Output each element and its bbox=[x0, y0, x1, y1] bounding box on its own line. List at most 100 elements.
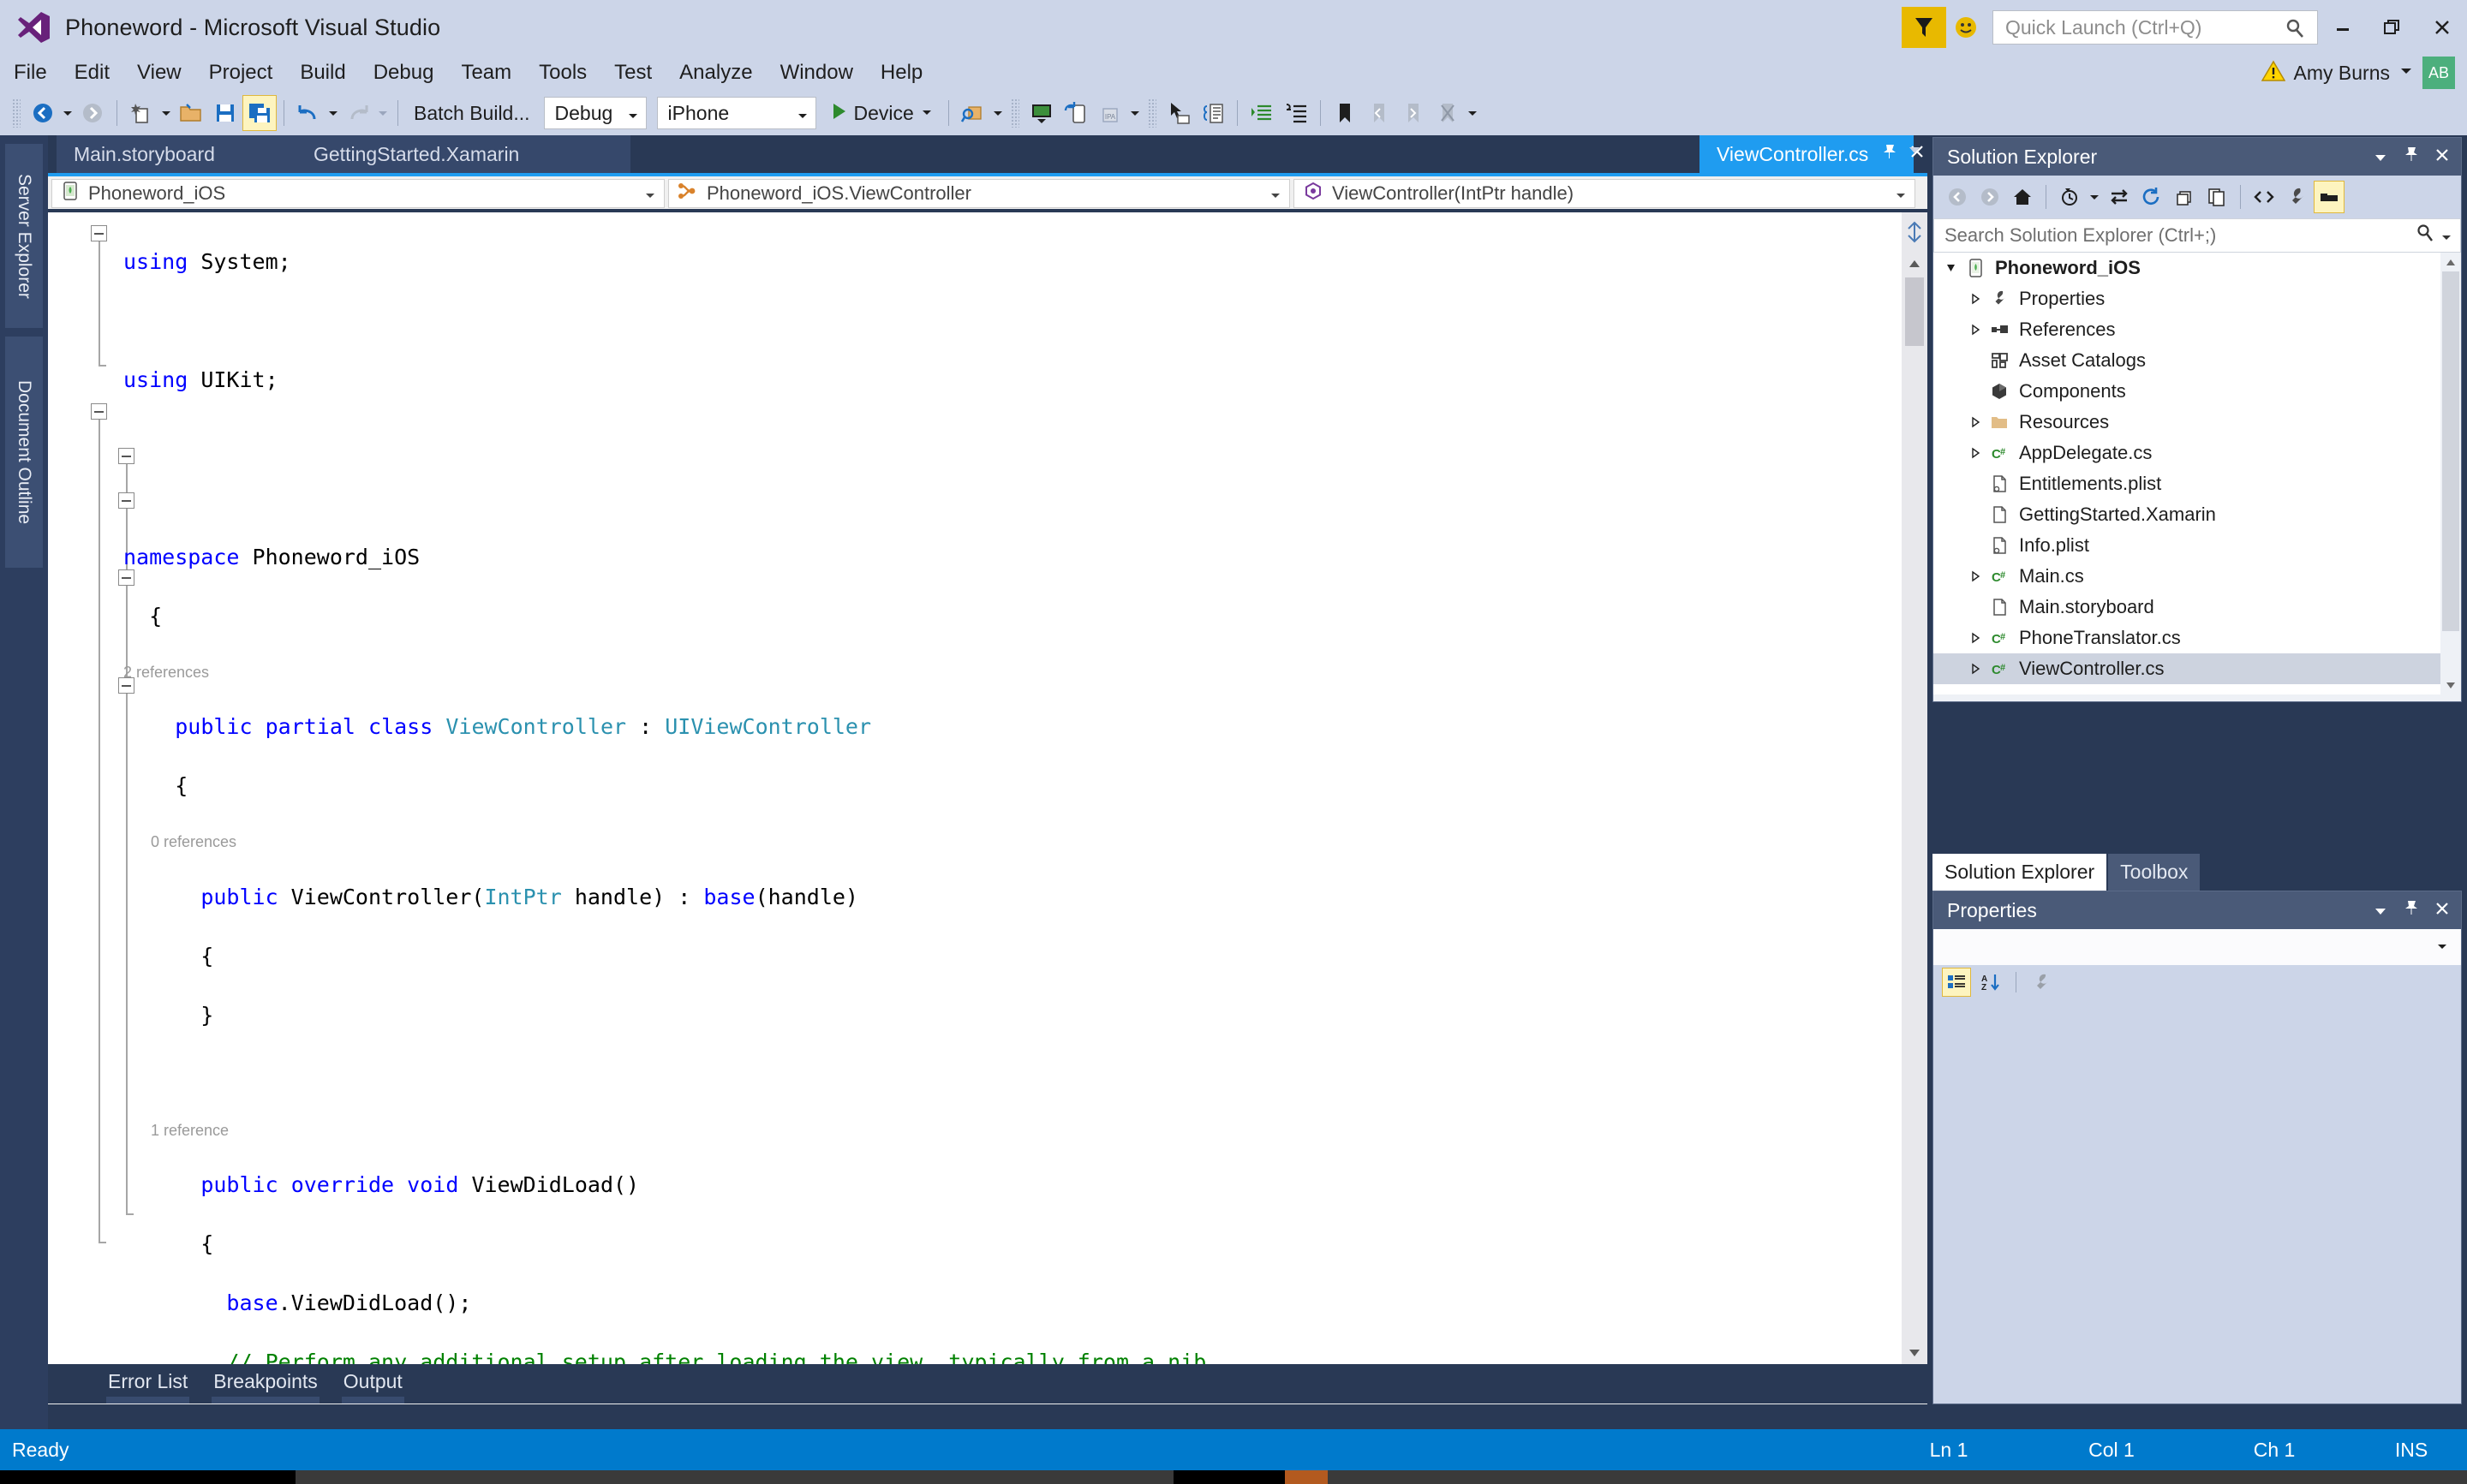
chevron-down-icon[interactable] bbox=[2372, 899, 2389, 922]
scrollbar-thumb[interactable] bbox=[1905, 277, 1924, 346]
scroll-down-button[interactable] bbox=[1902, 1341, 1927, 1365]
solution-tree[interactable]: Phoneword_iOS Properties References Asse… bbox=[1933, 253, 2461, 694]
device-dropdown[interactable] bbox=[1127, 109, 1143, 117]
save-icon[interactable] bbox=[208, 95, 242, 131]
tab-main-storyboard[interactable]: Main.storyboard bbox=[57, 135, 296, 173]
categorized-view-icon[interactable] bbox=[1942, 968, 1971, 997]
menu-view[interactable]: View bbox=[123, 55, 195, 91]
tree-item-properties[interactable]: Properties bbox=[1933, 283, 2461, 314]
collapsed-arrow-icon[interactable] bbox=[1964, 447, 1986, 459]
new-project-icon[interactable] bbox=[124, 95, 158, 131]
navbar-member-combo[interactable]: ViewController(IntPtr handle) bbox=[1293, 179, 1915, 208]
comment-block-icon[interactable] bbox=[1196, 95, 1230, 131]
scroll-up-button[interactable] bbox=[1902, 252, 1927, 276]
home-icon[interactable] bbox=[2007, 181, 2038, 213]
chevron-down-icon[interactable] bbox=[2398, 65, 2414, 80]
menu-file[interactable]: File bbox=[0, 55, 61, 91]
view-code-icon[interactable] bbox=[2249, 181, 2279, 213]
menu-edit[interactable]: Edit bbox=[61, 55, 123, 91]
tab-overflow-chevron-down-icon[interactable] bbox=[1907, 144, 1922, 160]
solution-tree-scrollbar[interactable] bbox=[2440, 253, 2461, 694]
tree-item-appdelegate-cs[interactable]: C # AppDelegate.cs bbox=[1933, 438, 2461, 468]
close-icon[interactable] bbox=[2434, 146, 2451, 169]
device-sync-icon[interactable] bbox=[1059, 95, 1093, 131]
properties-object-selector[interactable] bbox=[1933, 929, 2461, 965]
code-text-content[interactable]: using System; using UIKit; namespace Pho… bbox=[123, 212, 1888, 1375]
toolbar-overflow-button[interactable] bbox=[1465, 109, 1480, 117]
ipa-package-icon[interactable]: IPA bbox=[1093, 95, 1127, 131]
menu-project[interactable]: Project bbox=[195, 55, 287, 91]
fold-toggle-namespace[interactable] bbox=[91, 403, 107, 420]
collapsed-arrow-icon[interactable] bbox=[1964, 663, 1986, 675]
navigate-forward-icon[interactable] bbox=[75, 95, 110, 131]
tab-getting-started-xamarin[interactable]: GettingStarted.Xamarin bbox=[296, 135, 630, 173]
send-a-smile-icon[interactable] bbox=[1946, 7, 1986, 48]
find-in-files-icon[interactable] bbox=[956, 95, 990, 131]
start-debugging-button[interactable]: Device bbox=[821, 102, 941, 125]
menu-window[interactable]: Window bbox=[767, 55, 867, 91]
preview-selected-items-icon[interactable] bbox=[2314, 181, 2345, 213]
alphabetical-sort-icon[interactable]: AZ bbox=[1976, 968, 2005, 997]
menu-test[interactable]: Test bbox=[600, 55, 666, 91]
tree-item-asset-catalogs[interactable]: Asset Catalogs bbox=[1933, 345, 2461, 376]
editor-vertical-scrollbar[interactable] bbox=[1902, 212, 1927, 1365]
feedback-funnel-icon[interactable] bbox=[1902, 7, 1946, 48]
tree-item-components[interactable]: Components bbox=[1933, 376, 2461, 407]
tree-item-resources[interactable]: Resources bbox=[1933, 407, 2461, 438]
tree-item-gettingstarted-xamarin[interactable]: GettingStarted.Xamarin bbox=[1933, 499, 2461, 530]
pin-icon[interactable] bbox=[2403, 898, 2420, 922]
pointer-select-icon[interactable] bbox=[1162, 95, 1196, 131]
redo-icon[interactable] bbox=[341, 95, 375, 131]
show-all-files-icon[interactable] bbox=[2201, 181, 2232, 213]
code-editor[interactable]: using System; using UIKit; namespace Pho… bbox=[48, 212, 1927, 1404]
codelens-class-references[interactable]: 2 references bbox=[123, 661, 1888, 683]
properties-grid[interactable] bbox=[1933, 999, 2461, 1404]
navbar-type-combo[interactable]: Phoneword_iOS.ViewController bbox=[668, 179, 1290, 208]
toolbar-grip[interactable] bbox=[12, 98, 21, 128]
refresh-icon[interactable] bbox=[2136, 181, 2167, 213]
previous-bookmark-icon[interactable] bbox=[1362, 95, 1396, 131]
collapsed-arrow-icon[interactable] bbox=[1964, 293, 1986, 305]
redo-dropdown[interactable] bbox=[375, 109, 391, 117]
navbar-project-combo[interactable]: Phoneword_iOS bbox=[51, 179, 665, 208]
fold-toggle-usings[interactable] bbox=[91, 225, 107, 241]
restore-button[interactable] bbox=[2368, 4, 2417, 51]
clear-bookmarks-icon[interactable] bbox=[1431, 95, 1465, 131]
quick-launch-input[interactable]: Quick Launch (Ctrl+Q) bbox=[1992, 10, 2318, 45]
toolbar-grip[interactable] bbox=[1147, 98, 1156, 128]
navigate-backward-icon[interactable] bbox=[1942, 181, 1973, 213]
close-icon[interactable] bbox=[2434, 899, 2451, 922]
navigate-forward-icon[interactable] bbox=[1974, 181, 2005, 213]
minimize-button[interactable] bbox=[2318, 4, 2368, 51]
tree-item-entitlements-plist[interactable]: Entitlements.plist bbox=[1933, 468, 2461, 499]
tree-item-info-plist[interactable]: Info.plist bbox=[1933, 530, 2461, 561]
menu-analyze[interactable]: Analyze bbox=[666, 55, 766, 91]
menu-tools[interactable]: Tools bbox=[525, 55, 600, 91]
pin-icon[interactable] bbox=[2403, 145, 2420, 169]
dock-tab-solution-explorer[interactable]: Solution Explorer bbox=[1932, 854, 2107, 891]
next-bookmark-icon[interactable] bbox=[1396, 95, 1431, 131]
pin-icon[interactable] bbox=[1880, 142, 1899, 166]
avatar[interactable]: AB bbox=[2422, 57, 2455, 89]
navigate-backward-icon[interactable] bbox=[26, 95, 60, 131]
close-button[interactable] bbox=[2417, 4, 2467, 51]
tree-item-viewcontroller-cs[interactable]: C # ViewController.cs bbox=[1933, 653, 2461, 684]
collapsed-arrow-icon[interactable] bbox=[1964, 416, 1986, 428]
account-name[interactable]: Amy Burns bbox=[2294, 62, 2390, 85]
editor-outlining-margin[interactable] bbox=[48, 212, 134, 1404]
tree-item-references[interactable]: References bbox=[1933, 314, 2461, 345]
chevron-down-icon[interactable] bbox=[2441, 224, 2452, 247]
chevron-down-icon[interactable] bbox=[2372, 146, 2389, 169]
find-dropdown[interactable] bbox=[990, 109, 1006, 117]
configuration-combo[interactable]: Debug bbox=[543, 97, 647, 129]
chevron-down-icon[interactable] bbox=[2087, 181, 2102, 213]
menu-build[interactable]: Build bbox=[286, 55, 359, 91]
solution-explorer-search-input[interactable]: Search Solution Explorer (Ctrl+;) bbox=[1933, 218, 2461, 253]
bookmark-icon[interactable] bbox=[1328, 95, 1362, 131]
decrease-indent-icon[interactable] bbox=[1279, 95, 1313, 131]
property-pages-wrench-icon[interactable] bbox=[2027, 968, 2056, 997]
codelens-constructor-references[interactable]: 0 references bbox=[123, 831, 1888, 853]
tree-item-main-storyboard[interactable]: Main.storyboard bbox=[1933, 592, 2461, 623]
designer-surface-icon[interactable] bbox=[1024, 95, 1059, 131]
menu-help[interactable]: Help bbox=[867, 55, 936, 91]
